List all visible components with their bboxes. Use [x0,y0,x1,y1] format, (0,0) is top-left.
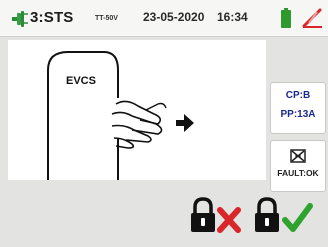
lock-check-icon [255,197,313,232]
fault-status-panel: FAULT:OK [270,140,326,192]
battery-icon [281,8,291,28]
lock-cross-icon [191,197,241,233]
pilot-status-panel: CP:B PP:13A [270,82,326,134]
evcs-label: EVCS [66,75,96,87]
time-label: 16:34 [217,10,248,24]
fault-icon [290,149,306,163]
fault-label: FAULT:OK [277,168,319,178]
header-bar: 3:STS TT-50V 23-05-2020 16:34 [0,0,328,37]
test-mode-sublabel: TT-50V [95,15,118,22]
test-mode-label: 3:STS [30,9,74,26]
cp-status: CP:B [285,90,311,101]
confirm-button[interactable] [254,196,314,236]
screen: 3:STS TT-50V 23-05-2020 16:34 EVCS CP:B … [0,0,328,247]
instruction-illustration: EVCS [8,40,266,180]
probe-icon [12,11,28,27]
cancel-button[interactable] [190,196,242,236]
date-label: 23-05-2020 [143,10,205,24]
no-signal-icon [302,8,322,28]
pp-status: PP:13A [280,109,316,120]
